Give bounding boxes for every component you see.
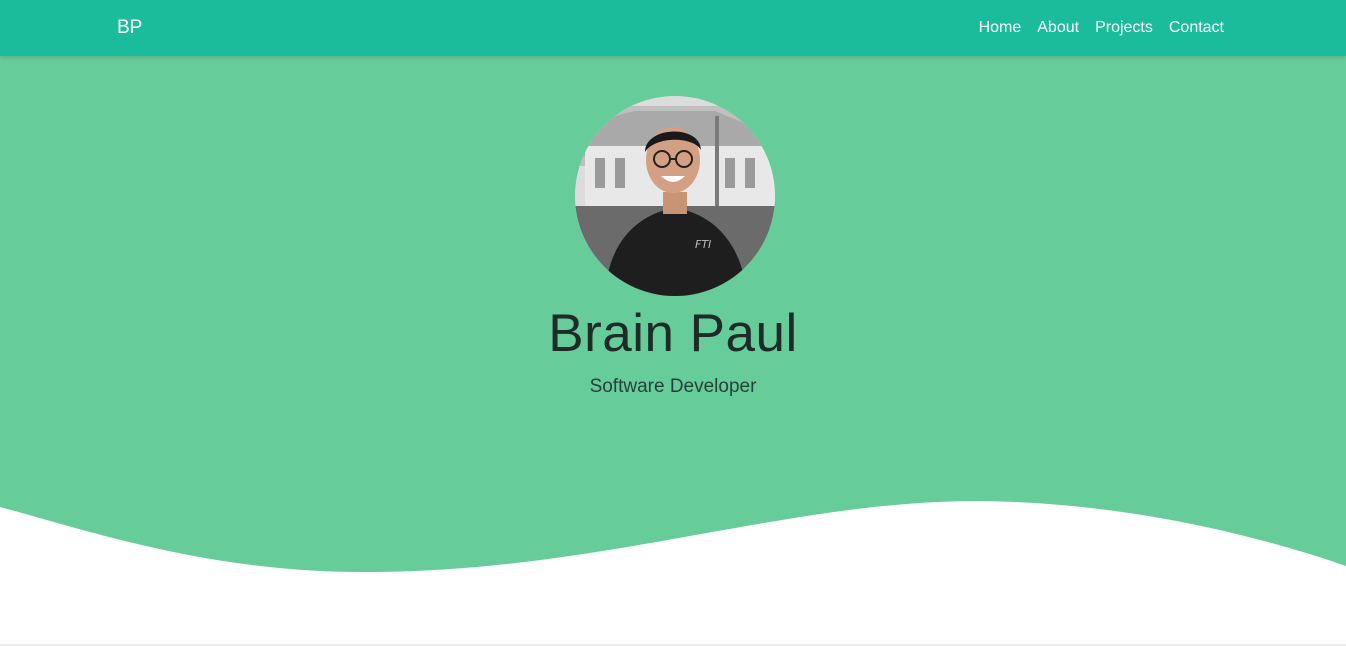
hero-section: FTI Brain Paul Software Developer bbox=[0, 56, 1346, 646]
svg-text:FTI: FTI bbox=[695, 238, 711, 251]
nav-link-about[interactable]: About bbox=[1037, 18, 1079, 38]
profile-photo: FTI bbox=[575, 96, 775, 296]
nav-link-projects[interactable]: Projects bbox=[1095, 18, 1153, 38]
navbar: BP Home About Projects Contact bbox=[0, 0, 1346, 56]
nav-links: Home About Projects Contact bbox=[979, 18, 1224, 38]
nav-link-home[interactable]: Home bbox=[979, 18, 1022, 38]
hero-role: Software Developer bbox=[589, 376, 757, 397]
hero-name: Brain Paul bbox=[548, 304, 798, 363]
brand-logo[interactable]: BP bbox=[117, 17, 142, 39]
nav-link-contact[interactable]: Contact bbox=[1169, 18, 1224, 38]
